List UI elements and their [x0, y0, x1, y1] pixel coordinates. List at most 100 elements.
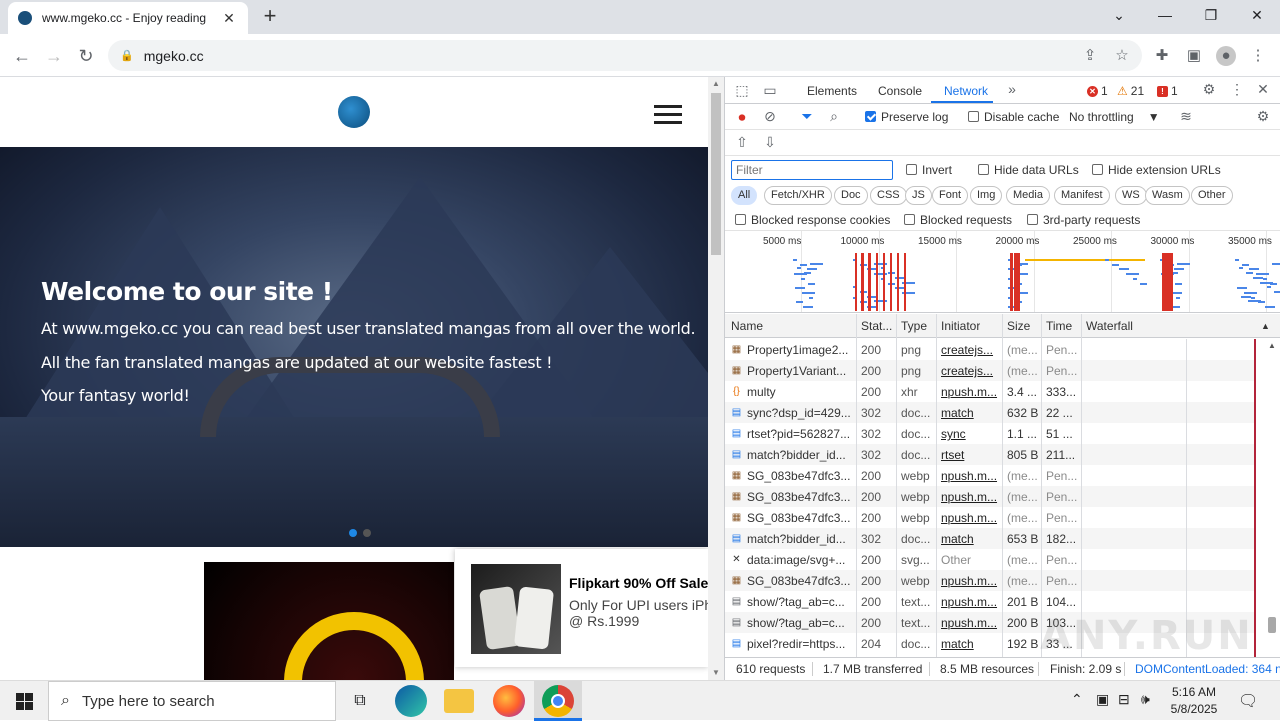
network-conditions-icon[interactable]: ≋ — [1177, 108, 1195, 125]
type-chip-ws[interactable]: WS — [1115, 186, 1147, 205]
tray-overflow-icon[interactable]: ⌃ — [1071, 691, 1083, 708]
request-initiator[interactable]: match — [941, 637, 1001, 651]
table-row[interactable]: ▦ Property1Variant... 200 png createjs... (me… — [725, 360, 1255, 381]
profile-avatar-icon[interactable]: ● — [1216, 46, 1236, 66]
page-scrollbar[interactable]: ▲ ▼ — [708, 77, 724, 680]
new-tab-button[interactable]: + — [258, 5, 282, 29]
network-overview-timeline[interactable]: 5000 ms 10000 ms 15000 ms 20000 ms 25000 ms 3… — [725, 231, 1280, 313]
search-icon[interactable]: ⌕ — [825, 108, 843, 125]
request-initiator[interactable]: rtset — [941, 448, 1001, 462]
type-chip-css[interactable]: CSS — [870, 186, 907, 205]
table-row[interactable]: ✕ data:image/svg+... 200 svg... Other (me... P… — [725, 549, 1255, 570]
request-initiator[interactable]: Other — [941, 553, 1001, 567]
checkbox[interactable] — [968, 111, 979, 122]
checkbox[interactable] — [904, 214, 915, 225]
request-initiator[interactable]: npush.m... — [941, 385, 1001, 399]
error-count-badge[interactable]: ✕ 1 — [1087, 84, 1108, 98]
sort-up-icon[interactable]: ▲ — [1261, 321, 1270, 331]
col-size[interactable]: Size — [1007, 319, 1030, 333]
page-scrollbar-thumb[interactable] — [711, 93, 721, 255]
request-initiator[interactable]: npush.m... — [941, 574, 1001, 588]
settings-gear-icon[interactable]: ⚙ — [1200, 81, 1218, 98]
flipkart-ad-popup[interactable]: Flipkart 90% Off Sale Only For UPI users… — [455, 549, 712, 667]
request-initiator[interactable]: match — [941, 406, 1001, 420]
col-name[interactable]: Name — [731, 319, 763, 333]
export-har-icon[interactable]: ⇩ — [761, 134, 779, 151]
share-icon[interactable]: ⇪ — [1080, 46, 1100, 66]
request-initiator[interactable]: npush.m... — [941, 469, 1001, 483]
blocked-requests-checkbox[interactable]: Blocked requests — [904, 213, 1012, 227]
file-explorer-icon[interactable] — [444, 689, 474, 713]
table-row[interactable]: ▦ Property1image2... 200 png createjs... (me.… — [725, 339, 1255, 360]
filter-input[interactable] — [731, 160, 893, 180]
type-chip-img[interactable]: Img — [970, 186, 1003, 205]
table-row[interactable]: ▤ rtset?pid=562827... 302 doc... sync 1.1 ...… — [725, 423, 1255, 444]
system-clock[interactable]: 5:16 AM 5/8/2025 — [1166, 684, 1222, 718]
carousel-dot[interactable] — [349, 529, 357, 537]
checkbox[interactable] — [978, 164, 989, 175]
table-scrollbar-thumb[interactable] — [1268, 617, 1276, 633]
table-row[interactable]: ▤ show/?tag_ab=c... 200 text... npush.m... 20… — [725, 591, 1255, 612]
notifications-icon[interactable]: 🗨 — [1238, 691, 1258, 711]
type-chip-doc[interactable]: Doc — [834, 186, 868, 205]
type-chip-wasm[interactable]: Wasm — [1145, 186, 1190, 205]
warning-count-badge[interactable]: ⚠ 21 — [1117, 84, 1144, 98]
col-waterfall[interactable]: Waterfall — [1086, 319, 1133, 333]
forward-button[interactable]: → — [42, 44, 66, 68]
more-tabs-icon[interactable]: » — [1003, 81, 1021, 97]
hamburger-menu-icon[interactable] — [654, 105, 682, 124]
casino-ad-banner[interactable] — [204, 562, 454, 680]
bookmark-star-icon[interactable]: ☆ — [1112, 46, 1132, 66]
scroll-down-icon[interactable]: ▼ — [708, 666, 724, 680]
network-settings-icon[interactable]: ⚙ — [1254, 108, 1272, 125]
back-button[interactable]: ← — [10, 44, 34, 68]
table-row[interactable]: ▦ SG_083be47dfc3... 200 webp npush.m... (me..… — [725, 465, 1255, 486]
request-initiator[interactable]: npush.m... — [941, 511, 1001, 525]
lock-icon[interactable]: 🔒 — [120, 49, 134, 62]
clear-icon[interactable]: ⊘ — [761, 108, 779, 125]
issues-count-badge[interactable]: ! 1 — [1157, 84, 1178, 98]
site-logo[interactable] — [338, 96, 370, 128]
table-row[interactable]: ▦ SG_083be47dfc3... 200 webp npush.m... (me..… — [725, 507, 1255, 528]
tab-network[interactable]: Network — [944, 84, 988, 98]
request-initiator[interactable]: npush.m... — [941, 490, 1001, 504]
type-chip-font[interactable]: Font — [932, 186, 969, 205]
close-window-button[interactable]: ✕ — [1234, 0, 1280, 30]
disable-cache-checkbox[interactable]: Disable cache — [968, 110, 1059, 124]
request-initiator[interactable]: npush.m... — [941, 595, 1001, 609]
device-icon[interactable]: ▣ — [1096, 691, 1109, 708]
request-initiator[interactable]: match — [941, 532, 1001, 546]
devtools-menu-icon[interactable]: ⋮ — [1228, 81, 1246, 98]
throttling-select[interactable]: No throttling ▼ — [1069, 110, 1160, 124]
type-chip-media[interactable]: Media — [1006, 186, 1050, 205]
reload-button[interactable]: ↻ — [74, 44, 98, 68]
hide-extension-urls-checkbox[interactable]: Hide extension URLs — [1092, 163, 1221, 177]
checkbox[interactable] — [1027, 214, 1038, 225]
address-bar[interactable]: 🔒 mgeko.cc — [108, 40, 1142, 71]
tab-console[interactable]: Console — [878, 84, 922, 98]
more-menu-icon[interactable]: ⋮ — [1248, 46, 1268, 66]
carousel-dot[interactable] — [363, 529, 371, 537]
tab-close-icon[interactable]: ✕ — [220, 10, 238, 27]
col-initiator[interactable]: Initiator — [941, 319, 980, 333]
firefox-icon[interactable] — [493, 685, 525, 717]
import-har-icon[interactable]: ⇧ — [733, 134, 751, 151]
col-type[interactable]: Type — [901, 319, 927, 333]
table-row[interactable]: ▤ match?bidder_id... 302 doc... match 653 B 18… — [725, 528, 1255, 549]
edge-browser-icon[interactable] — [395, 685, 427, 717]
filter-icon[interactable]: ⏷ — [798, 108, 816, 125]
minimize-button[interactable]: — — [1142, 0, 1188, 30]
col-time[interactable]: Time — [1046, 319, 1072, 333]
tab-elements[interactable]: Elements — [807, 84, 857, 98]
checkbox[interactable] — [906, 164, 917, 175]
url-text[interactable]: mgeko.cc — [144, 48, 204, 64]
close-devtools-icon[interactable]: ✕ — [1254, 81, 1272, 98]
volume-icon[interactable]: 🕪 — [1141, 691, 1150, 708]
browser-tab[interactable]: www.mgeko.cc - Enjoy reading ✕ — [8, 2, 248, 34]
side-panel-icon[interactable]: ▣ — [1184, 46, 1204, 66]
request-initiator[interactable]: npush.m... — [941, 616, 1001, 630]
request-initiator[interactable]: createjs... — [941, 343, 1001, 357]
table-row[interactable]: ▤ match?bidder_id... 302 doc... rtset 805 B 21… — [725, 444, 1255, 465]
checkbox[interactable] — [735, 214, 746, 225]
table-row[interactable]: ▦ SG_083be47dfc3... 200 webp npush.m... (me..… — [725, 570, 1255, 591]
